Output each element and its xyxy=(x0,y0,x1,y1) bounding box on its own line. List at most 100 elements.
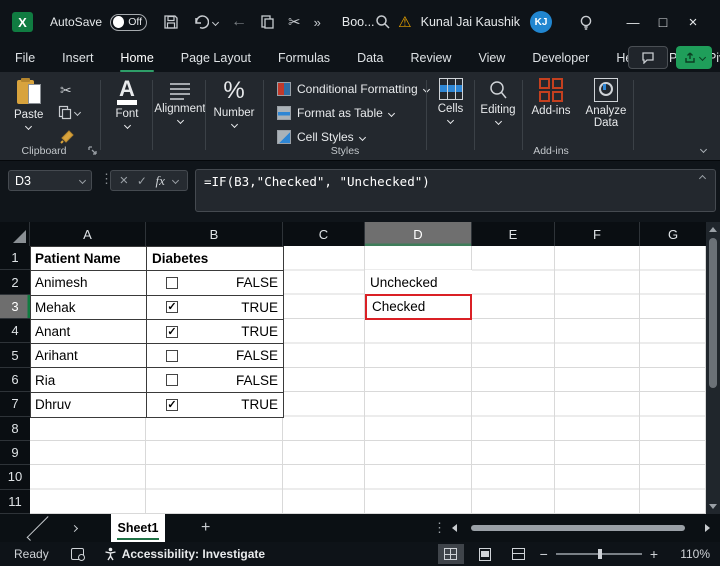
row-header-2[interactable]: 2 xyxy=(0,270,30,294)
tab-view[interactable]: View xyxy=(478,51,505,65)
alignment-group-button[interactable]: Alignment xyxy=(150,78,210,123)
row-header-4[interactable]: 4 xyxy=(0,319,30,343)
tab-data[interactable]: Data xyxy=(357,51,383,65)
addins-button[interactable]: Add-ins xyxy=(526,78,576,117)
cell-d2[interactable]: Unchecked xyxy=(365,270,472,294)
zoom-slider-thumb[interactable] xyxy=(598,549,602,559)
grid-body[interactable]: Patient Name Diabetes Animesh FALSE Meha… xyxy=(30,246,706,514)
undo-button[interactable] xyxy=(192,14,218,30)
comments-button[interactable] xyxy=(628,46,668,69)
cut-ribbon-button[interactable]: ✂ xyxy=(60,82,72,99)
copy-button[interactable] xyxy=(260,14,275,30)
sheet-nav-right-chevron[interactable] xyxy=(71,524,78,531)
cell-b7[interactable]: TRUE xyxy=(147,393,283,417)
accessibility-status[interactable]: Accessibility: Investigate xyxy=(104,547,265,561)
page-break-view-button[interactable] xyxy=(506,544,532,564)
cell-styles-button[interactable]: Cell Styles xyxy=(277,130,365,144)
checkbox[interactable] xyxy=(166,374,178,386)
close-button[interactable]: × xyxy=(678,14,708,31)
checkbox[interactable] xyxy=(166,277,178,289)
number-group-button[interactable]: % Number xyxy=(206,78,262,127)
cell-a5[interactable]: Arihant xyxy=(31,344,147,367)
tab-insert[interactable]: Insert xyxy=(62,51,93,65)
row-header-10[interactable]: 10 xyxy=(0,465,30,489)
share-button[interactable] xyxy=(676,46,712,69)
paste-dropdown-chevron[interactable] xyxy=(25,123,32,130)
cut-button[interactable]: ✂ xyxy=(288,13,301,31)
excel-app-icon[interactable]: X xyxy=(12,12,33,32)
column-header-b[interactable]: B xyxy=(146,222,283,246)
formula-input[interactable]: =IF(B3,"Checked", "Unchecked") xyxy=(195,169,716,212)
insert-function-icon[interactable]: fx xyxy=(155,173,164,189)
column-header-c[interactable]: C xyxy=(283,222,365,246)
horizontal-scroll-thumb[interactable] xyxy=(471,525,685,531)
enter-icon[interactable]: ✓ xyxy=(137,174,147,188)
copy-dropdown-chevron[interactable] xyxy=(74,109,81,116)
tab-review[interactable]: Review xyxy=(410,51,451,65)
horizontal-scrollbar[interactable] xyxy=(452,523,710,533)
row-header-3[interactable]: 3 xyxy=(0,295,30,319)
cell-b6[interactable]: FALSE xyxy=(147,368,283,391)
checkbox[interactable] xyxy=(166,326,178,338)
sheet-tab-sheet1[interactable]: Sheet1 xyxy=(111,514,165,542)
minimize-button[interactable]: — xyxy=(618,15,648,30)
paste-button[interactable]: Paste xyxy=(14,78,43,129)
tab-home[interactable]: Home xyxy=(120,51,153,65)
conditional-formatting-button[interactable]: Conditional Formatting xyxy=(277,82,429,96)
sheet-nav-left-chevron[interactable] xyxy=(27,516,52,541)
cell-a3[interactable]: Mehak xyxy=(31,296,147,319)
add-sheet-button[interactable]: + xyxy=(201,519,210,537)
row-header-11[interactable]: 11 xyxy=(0,490,30,514)
row-header-6[interactable]: 6 xyxy=(0,368,30,392)
cancel-icon[interactable]: × xyxy=(120,172,129,189)
back-arrow-icon[interactable]: ← xyxy=(231,13,247,31)
vertical-scroll-thumb[interactable] xyxy=(709,238,717,388)
page-layout-view-button[interactable] xyxy=(472,544,498,564)
lightbulb-icon[interactable] xyxy=(578,14,594,31)
font-group-button[interactable]: A Font xyxy=(104,78,150,128)
zoom-slider-track[interactable] xyxy=(556,553,642,555)
column-header-g[interactable]: G xyxy=(640,222,706,246)
name-box[interactable]: D3 xyxy=(8,170,92,191)
column-header-f[interactable]: F xyxy=(555,222,640,246)
format-painter-button[interactable] xyxy=(60,129,76,144)
macro-record-icon[interactable] xyxy=(71,548,84,560)
format-as-table-button[interactable]: Format as Table xyxy=(277,106,394,120)
cell-d3-selected[interactable]: Checked xyxy=(365,294,472,320)
cell-a2[interactable]: Animesh xyxy=(31,271,147,294)
clipboard-dialog-launcher[interactable] xyxy=(88,146,98,156)
cell-b1[interactable]: Diabetes xyxy=(147,247,283,270)
row-header-7[interactable]: 7 xyxy=(0,392,30,416)
search-icon[interactable] xyxy=(375,14,391,30)
undo-dropdown-chevron[interactable] xyxy=(212,18,219,25)
column-header-a[interactable]: A xyxy=(30,222,146,246)
fx-chevron[interactable] xyxy=(172,177,179,184)
cells-group-button[interactable]: Cells xyxy=(427,78,474,123)
cell-a6[interactable]: Ria xyxy=(31,368,147,391)
row-header-5[interactable]: 5 xyxy=(0,343,30,367)
collapse-ribbon-chevron[interactable] xyxy=(700,146,707,153)
tab-page-layout[interactable]: Page Layout xyxy=(181,51,251,65)
toolbar-overflow-chevron[interactable]: » xyxy=(314,15,321,30)
zoom-out-button[interactable]: − xyxy=(540,546,548,562)
tab-file[interactable]: File xyxy=(15,51,35,65)
name-box-chevron[interactable] xyxy=(79,177,86,184)
cell-b3[interactable]: TRUE xyxy=(147,296,283,319)
checkbox[interactable] xyxy=(166,399,178,411)
scroll-right-arrow[interactable] xyxy=(705,524,710,532)
scroll-down-arrow[interactable] xyxy=(709,504,717,509)
cell-b2[interactable]: FALSE xyxy=(147,271,283,294)
maximize-button[interactable]: □ xyxy=(648,14,678,30)
row-header-8[interactable]: 8 xyxy=(0,417,30,441)
sheetbar-options-dots[interactable]: ⋮ xyxy=(433,520,446,536)
checkbox[interactable] xyxy=(166,301,178,313)
tab-developer[interactable]: Developer xyxy=(532,51,589,65)
cell-a4[interactable]: Anant xyxy=(31,320,147,343)
save-button[interactable] xyxy=(163,14,179,30)
normal-view-button[interactable] xyxy=(438,544,464,564)
warning-icon[interactable]: ⚠ xyxy=(398,13,411,31)
analyze-data-button[interactable]: Analyze Data xyxy=(578,78,634,129)
editing-group-button[interactable]: Editing xyxy=(474,78,522,124)
select-all-corner[interactable] xyxy=(0,222,30,246)
column-header-d[interactable]: D xyxy=(365,222,472,246)
